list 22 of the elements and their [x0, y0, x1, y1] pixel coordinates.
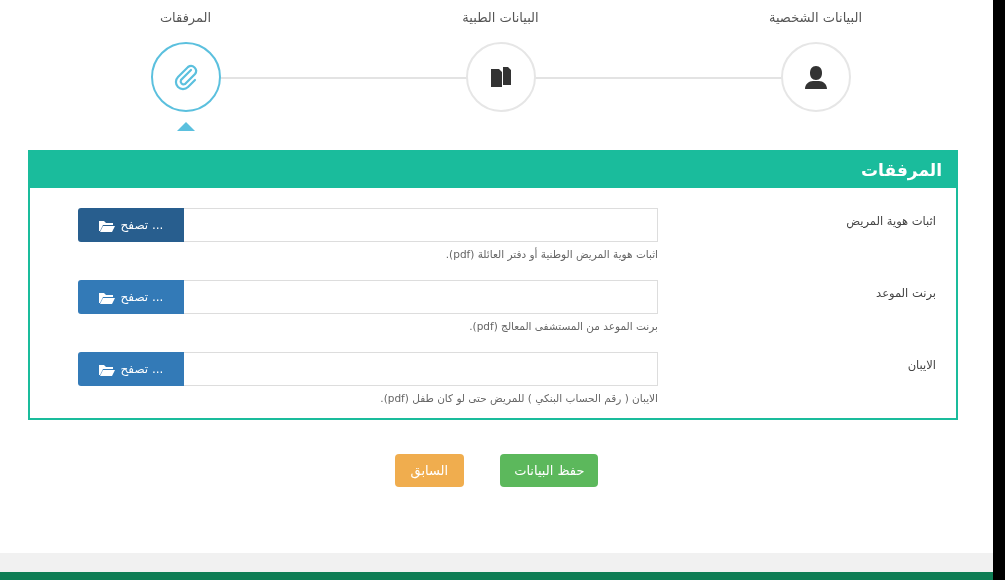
browse-button[interactable]: تصفح ... — [78, 208, 184, 242]
file-field[interactable] — [184, 208, 658, 242]
help-text: برنت الموعد من المستشفى المعالج (pdf). — [468, 320, 658, 332]
step-label: البيانات الشخصية — [768, 10, 863, 27]
step-pointer — [176, 122, 195, 131]
save-button[interactable]: حفظ البيانات — [500, 454, 599, 487]
field-label: برنت الموعد — [875, 285, 937, 300]
field-label: الايبان — [906, 357, 937, 372]
help-text: اثبات هوية المريض الوطنية أو دفتر العائلة (pdf). — [444, 248, 658, 260]
help-text: الايبان ( رقم الحساب البنكي ) للمريض حتى لو كان طفل (pdf). — [379, 392, 658, 404]
folder-icon — [98, 218, 115, 232]
step-label: البيانات الطبية — [462, 10, 539, 27]
field-label: اثبات هوية المريض — [845, 213, 937, 228]
panel-title: المرفقات — [30, 152, 956, 188]
folder-icon — [98, 290, 115, 304]
step-label: المرفقات — [159, 10, 212, 28]
file-field[interactable] — [184, 352, 658, 386]
person-icon — [802, 64, 829, 90]
folder-icon — [98, 362, 115, 376]
browse-button[interactable]: تصفح ... — [78, 352, 184, 386]
file-field[interactable] — [184, 280, 658, 314]
browse-button[interactable]: تصفح ... — [78, 280, 184, 314]
